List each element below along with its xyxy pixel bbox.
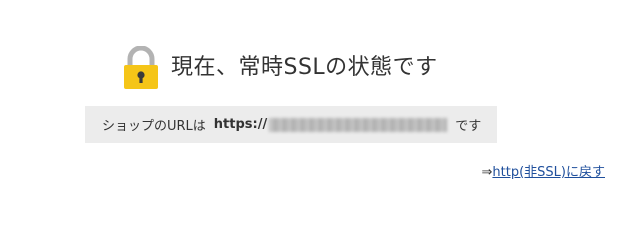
ssl-status-header: 現在、常時SSLの状態です <box>121 44 438 92</box>
lock-icon <box>124 46 158 89</box>
shop-url-label: ショップのURLは <box>102 119 206 134</box>
revert-to-http-link[interactable]: http(非SSL)に戻す <box>492 165 605 180</box>
shop-url-box: ショップのURLは https:// です <box>85 106 497 143</box>
back-link-row: ⇒http(非SSL)に戻す <box>482 161 605 180</box>
arrow-icon: ⇒ <box>481 165 493 180</box>
page: 現在、常時SSLの状態です ショップのURLは https:// です ⇒htt… <box>0 0 631 202</box>
shop-url-suffix: です <box>455 119 482 134</box>
shop-url-scheme: https:// <box>213 117 268 132</box>
shop-url-blurred-host <box>269 117 448 132</box>
ssl-status-title: 現在、常時SSLの状態です <box>171 55 438 80</box>
